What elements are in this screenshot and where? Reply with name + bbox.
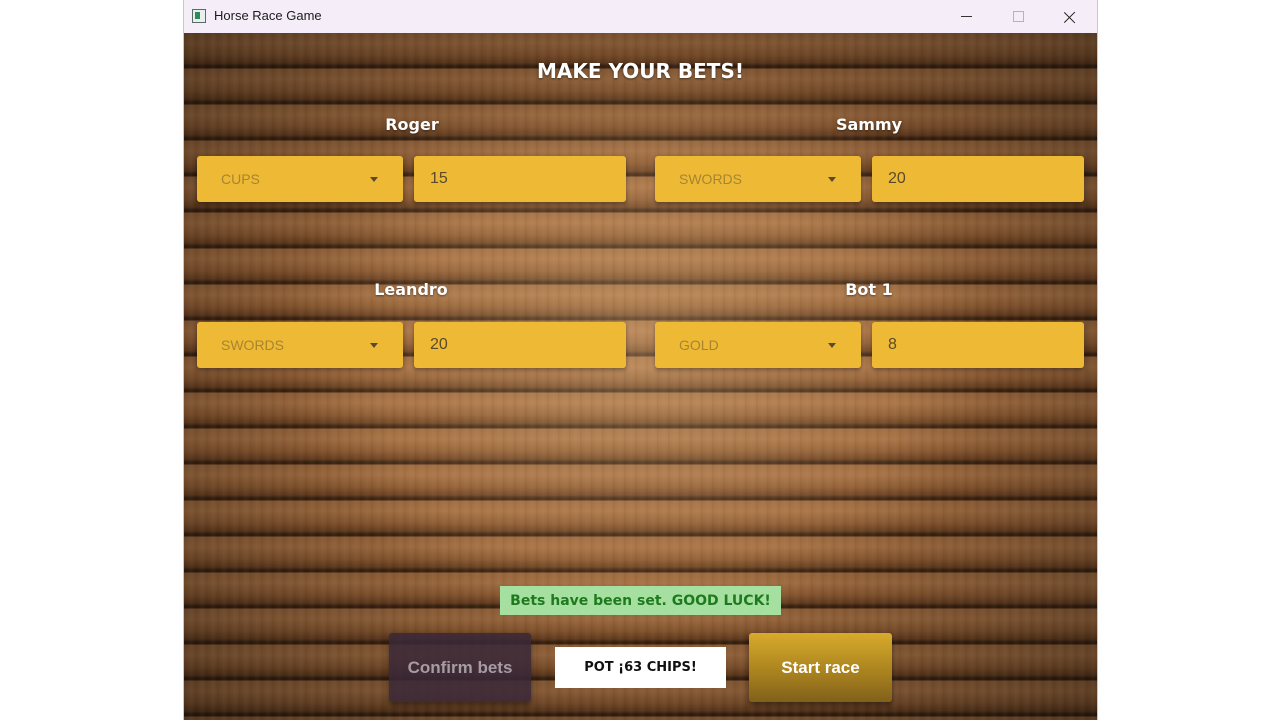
maximize-icon (1012, 11, 1024, 22)
title-bar: Horse Race Game (184, 0, 1097, 33)
minimize-icon (960, 16, 972, 17)
window-title: Horse Race Game (214, 8, 322, 23)
maximize-button[interactable] (992, 0, 1044, 33)
suit-select-value: SWORDS (221, 337, 284, 353)
bet-amount-input-sammy[interactable]: 20 (872, 156, 1084, 202)
close-button[interactable] (1044, 0, 1096, 33)
player-name-sammy: Sammy (835, 115, 903, 134)
bet-amount-value: 20 (430, 336, 448, 353)
minimize-button[interactable] (940, 0, 992, 33)
start-race-button[interactable]: Start race (749, 633, 892, 702)
bet-amount-input-roger[interactable]: 15 (414, 156, 626, 202)
player-name-leandro: Leandro (374, 280, 448, 299)
dropdown-arrow-icon (370, 343, 378, 348)
suit-select-roger[interactable]: CUPS (197, 156, 403, 202)
close-icon (1064, 11, 1076, 23)
bet-amount-input-leandro[interactable]: 20 (414, 322, 626, 368)
bet-amount-input-bot-1[interactable]: 8 (872, 322, 1084, 368)
confirm-bets-button[interactable]: Confirm bets (389, 633, 531, 702)
player-name-roger: Roger (385, 115, 439, 134)
wood-background (184, 33, 1097, 720)
bet-amount-value: 20 (888, 170, 906, 187)
dropdown-arrow-icon (828, 177, 836, 182)
suit-select-sammy[interactable]: SWORDS (655, 156, 861, 202)
app-icon (192, 9, 206, 23)
suit-select-leandro[interactable]: SWORDS (197, 322, 403, 368)
bet-amount-value: 15 (430, 170, 448, 187)
page-title: MAKE YOUR BETS! (537, 59, 744, 83)
suit-select-bot-1[interactable]: GOLD (655, 322, 861, 368)
status-message: Bets have been set. GOOD LUCK! (500, 586, 781, 615)
suit-select-value: GOLD (679, 337, 719, 353)
bet-amount-value: 8 (888, 336, 897, 353)
suit-select-value: SWORDS (679, 171, 742, 187)
suit-select-value: CUPS (221, 171, 260, 187)
player-name-bot-1: Bot 1 (845, 280, 893, 299)
pot-display: POT ¡63 CHIPS! (555, 647, 726, 688)
dropdown-arrow-icon (370, 177, 378, 182)
betting-board: MAKE YOUR BETS! Roger CUPS 15 Sammy SWOR… (184, 33, 1097, 720)
dropdown-arrow-icon (828, 343, 836, 348)
app-window: Horse Race Game MAKE YOUR BETS! Roger CU… (184, 0, 1097, 720)
